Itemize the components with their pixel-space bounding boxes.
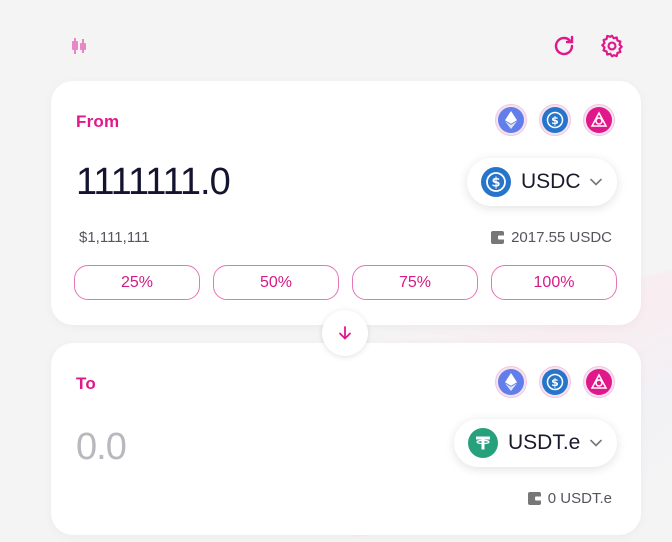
network-icon[interactable]	[583, 366, 615, 398]
percent-50-button[interactable]: 50%	[213, 265, 339, 300]
to-chain-selector: $	[495, 366, 615, 398]
to-card: To $ 0.0 USDT.e 0 USDT.e	[51, 343, 641, 535]
from-amount-input[interactable]: 1111111.0	[76, 161, 231, 204]
network-icon[interactable]	[583, 104, 615, 136]
percent-25-button[interactable]: 25%	[74, 265, 200, 300]
from-balance: 2017.55 USDC	[491, 229, 612, 246]
usdc-chain-icon[interactable]: $	[539, 104, 571, 136]
top-toolbar	[0, 0, 672, 80]
from-label: From	[76, 112, 120, 131]
from-card: From $ 1111111.0 $ USDC $1,111,111 2017.…	[51, 81, 641, 325]
chart-icon[interactable]	[66, 33, 92, 59]
to-label: To	[76, 374, 96, 393]
chevron-down-icon	[589, 436, 603, 450]
usdc-icon: $	[481, 167, 511, 197]
from-usd-value: $1,111,111	[79, 229, 150, 246]
from-balance-text: 2017.55 USDC	[511, 229, 612, 246]
ethereum-icon[interactable]	[495, 366, 527, 398]
wallet-icon	[527, 492, 542, 505]
refresh-icon[interactable]	[550, 32, 578, 60]
from-token-select[interactable]: $ USDC	[467, 158, 617, 206]
to-amount-output[interactable]: 0.0	[76, 426, 127, 469]
arrow-down-icon	[339, 326, 351, 340]
svg-text:$: $	[551, 114, 559, 127]
to-balance: 0 USDT.e	[527, 490, 612, 507]
from-token-name: USDC	[521, 170, 581, 193]
svg-text:$: $	[551, 376, 559, 389]
to-token-select[interactable]: USDT.e	[454, 419, 617, 467]
gear-icon[interactable]	[597, 31, 627, 61]
svg-text:$: $	[491, 176, 500, 191]
percent-75-button[interactable]: 75%	[352, 265, 478, 300]
to-balance-text: 0 USDT.e	[547, 490, 612, 507]
usdt-icon	[468, 428, 498, 458]
to-token-name: USDT.e	[508, 431, 581, 454]
from-chain-selector: $	[495, 104, 615, 136]
percent-100-button[interactable]: 100%	[491, 265, 617, 300]
usdc-chain-icon[interactable]: $	[539, 366, 571, 398]
chevron-down-icon	[589, 175, 603, 189]
ethereum-icon[interactable]	[495, 104, 527, 136]
swap-direction-button[interactable]	[322, 310, 368, 356]
percent-buttons: 25% 50% 75% 100%	[74, 265, 617, 300]
wallet-icon	[491, 231, 506, 244]
